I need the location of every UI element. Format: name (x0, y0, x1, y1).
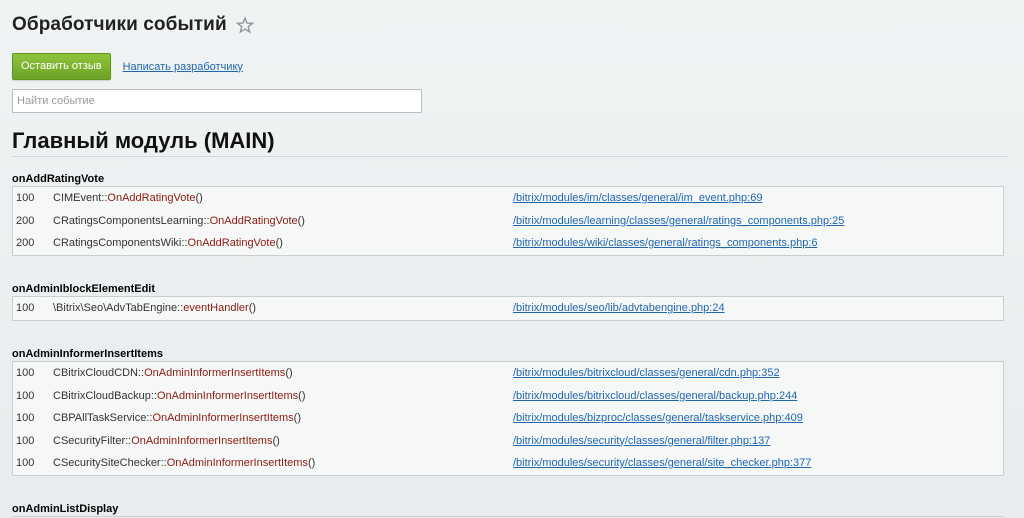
developer-link[interactable]: Написать разработчику (123, 61, 243, 73)
event-name: onAdminIblockElementEdit (12, 283, 1004, 297)
handler-paren: () (307, 457, 316, 469)
file-path-link[interactable]: /bitrix/modules/im/classes/general/im_ev… (513, 187, 762, 209)
table-row: 100 CBitrixCloudBackup::OnAdminInformerI… (13, 385, 1003, 408)
table-row: 100 \Bitrix\Seo\AdvTabEngine::eventHandl… (13, 297, 1003, 320)
title-row: Обработчики событий (12, 14, 255, 36)
sort-value: 100 (16, 302, 35, 314)
event-block: onAddRatingVote 100 CIMEvent::OnAddRatin… (12, 173, 1004, 256)
handler-paren: () (275, 237, 283, 249)
sort-value: 100 (16, 192, 35, 204)
handler-class: \Bitrix\Seo\AdvTabEngine (53, 302, 178, 314)
handler-class: CRatingsComponentsLearning (53, 214, 204, 227)
handler-method: OnAddRatingVote (187, 237, 276, 249)
feedback-button[interactable]: Оставить отзыв (12, 53, 111, 80)
sort-value: 100 (16, 457, 35, 469)
file-path-link[interactable]: /bitrix/modules/bitrixcloud/classes/gene… (513, 385, 797, 407)
handler-method: eventHandler (183, 302, 249, 314)
file-path-link[interactable]: /bitrix/modules/seo/lib/advtabengine.php… (513, 297, 725, 319)
handler-class: CSecurityFilter (53, 434, 126, 447)
handlers-table: 100 \Bitrix\Seo\AdvTabEngine::eventHandl… (12, 297, 1004, 321)
file-path-link[interactable]: /bitrix/modules/security/classes/general… (513, 452, 811, 474)
file-path-link[interactable]: /bitrix/modules/security/classes/general… (513, 430, 770, 452)
page-title: Обработчики событий (12, 14, 227, 35)
handler: CBitrixCloudBackup::OnAdminInformerInser… (53, 385, 306, 407)
event-block: onAdminIblockElementEdit 100 \Bitrix\Seo… (12, 283, 1004, 321)
handler-paren: () (298, 389, 306, 402)
table-row: 100 CBitrixCloudCDN::OnAdminInformerInse… (13, 362, 1003, 385)
handlers-table: 100 CBitrixCloudCDN::OnAdminInformerInse… (12, 362, 1004, 476)
handler: CRatingsComponentsLearning::OnAddRatingV… (53, 210, 305, 232)
table-row: 200 CRatingsComponentsLearning::OnAddRat… (13, 210, 1003, 233)
handler-paren: () (285, 367, 293, 379)
handler: \Bitrix\Seo\AdvTabEngine::eventHandler() (53, 297, 256, 319)
handler-method: OnAdminInformerInsertItems (144, 367, 286, 379)
handler-paren: () (293, 412, 301, 424)
handler-paren: () (248, 302, 257, 314)
module-title: Главный модуль (MAIN) (12, 128, 275, 153)
sort-value: 100 (16, 434, 35, 447)
handler: CBPAllTaskService::OnAdminInformerInsert… (53, 407, 301, 429)
event-name: onAdminInformerInsertItems (12, 348, 1004, 362)
handler-class: CRatingsComponentsWiki (53, 237, 182, 249)
file-path-link[interactable]: /bitrix/modules/learning/classes/general… (513, 210, 844, 232)
event-name: onAdminListDisplay (12, 503, 1004, 517)
handler-method: OnAdminInformerInsertItems (152, 412, 294, 424)
table-row: 100 CBPAllTaskService::OnAdminInformerIn… (13, 407, 1003, 430)
handler: CIMEvent::OnAddRatingVote() (53, 187, 203, 209)
event-block: onAdminListDisplay (12, 503, 1004, 517)
sort-value: 100 (16, 412, 35, 424)
handler-method: OnAdminInformerInsertItems (166, 457, 308, 469)
event-name: onAddRatingVote (12, 173, 1004, 187)
handler-paren: () (195, 192, 203, 204)
file-path-link[interactable]: /bitrix/modules/wiki/classes/general/rat… (513, 232, 818, 254)
event-block: onAdminInformerInsertItems 100 CBitrixCl… (12, 348, 1004, 476)
handler: CSecurityFilter::OnAdminInformerInsertIt… (53, 430, 280, 452)
handler-paren: () (297, 214, 305, 227)
table-row: 200 CRatingsComponentsWiki::OnAddRatingV… (13, 232, 1003, 255)
file-path-link[interactable]: /bitrix/modules/bizproc/classes/general/… (513, 407, 803, 429)
handler-method: OnAddRatingVote (107, 192, 196, 204)
handler-class: CSecuritySiteChecker (53, 457, 161, 469)
handler: CBitrixCloudCDN::OnAdminInformerInsertIt… (53, 362, 293, 384)
handler-method: OnAddRatingVote (209, 214, 298, 227)
table-row: 100 CSecuritySiteChecker::OnAdminInforme… (13, 452, 1003, 475)
handlers-table: 100 CIMEvent::OnAddRatingVote() /bitrix/… (12, 187, 1004, 256)
handler-class: CBitrixCloudCDN (53, 367, 138, 379)
sort-value: 100 (16, 367, 35, 379)
table-row: 100 CSecurityFilter::OnAdminInformerInse… (13, 430, 1003, 453)
handler: CSecuritySiteChecker::OnAdminInformerIns… (53, 452, 315, 474)
sort-value: 100 (16, 389, 35, 402)
handler: CRatingsComponentsWiki::OnAddRatingVote(… (53, 232, 283, 254)
handler-method: OnAdminInformerInsertItems (131, 434, 273, 447)
sort-value: 200 (16, 237, 35, 249)
handler-class: CIMEvent (53, 192, 102, 204)
file-path-link[interactable]: /bitrix/modules/bitrixcloud/classes/gene… (513, 362, 780, 384)
module-divider (12, 156, 1008, 157)
actions: Оставить отзыв Написать разработчику (12, 53, 243, 80)
search-input[interactable] (12, 89, 422, 113)
handler-class: CBitrixCloudBackup (53, 389, 151, 402)
handler-class: CBPAllTaskService (53, 412, 147, 424)
handler-paren: () (272, 434, 280, 447)
sort-value: 200 (16, 214, 35, 227)
star-icon[interactable] (235, 16, 255, 34)
handler-method: OnAdminInformerInsertItems (156, 389, 299, 402)
table-row: 100 CIMEvent::OnAddRatingVote() /bitrix/… (13, 187, 1003, 210)
